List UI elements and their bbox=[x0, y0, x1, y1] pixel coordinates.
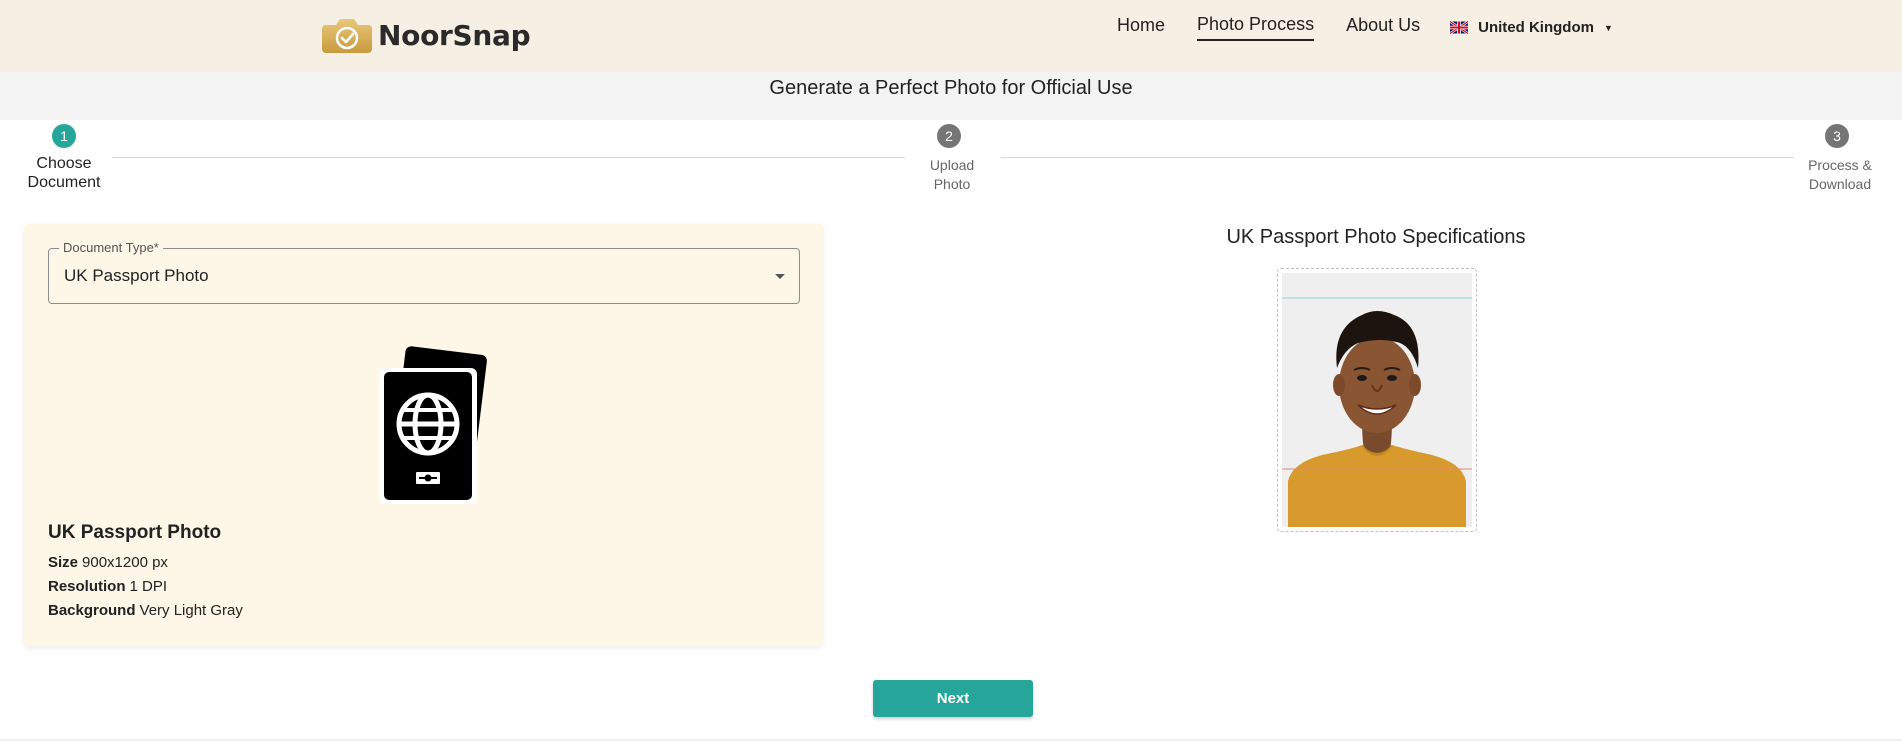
step-choose-document[interactable]: 1 Choose Document bbox=[14, 124, 114, 192]
step-process-download[interactable]: 3 Process & Download bbox=[1790, 124, 1890, 194]
stepper-connector-1 bbox=[112, 157, 905, 158]
sample-passport-photo bbox=[1282, 273, 1472, 527]
language-label: United Kingdom bbox=[1478, 19, 1594, 36]
document-type-label: Document Type* bbox=[59, 240, 163, 255]
spec-label: Background bbox=[48, 602, 136, 619]
main-nav: Home Photo Process About Us United Kingd… bbox=[1117, 14, 1613, 41]
step-label-line1: Choose bbox=[36, 155, 92, 172]
document-type-select[interactable]: Document Type* UK Passport Photo bbox=[48, 240, 800, 304]
camera-check-icon bbox=[322, 15, 372, 55]
preview-title: UK Passport Photo Specifications bbox=[1226, 226, 1526, 248]
stepper-connector-2 bbox=[1001, 157, 1794, 158]
nav-home[interactable]: Home bbox=[1117, 15, 1165, 40]
dropdown-arrow-icon bbox=[775, 274, 785, 279]
brand-name: NoorSnap bbox=[378, 18, 531, 52]
page-title: Generate a Perfect Photo for Official Us… bbox=[769, 77, 1133, 99]
language-selector[interactable]: United Kingdom ▼ bbox=[1449, 19, 1613, 36]
step-number: 2 bbox=[937, 124, 961, 148]
spec-value: Very Light Gray bbox=[139, 602, 243, 619]
spec-label: Resolution bbox=[48, 578, 126, 595]
passport-icon bbox=[359, 344, 489, 509]
step-number: 3 bbox=[1825, 124, 1849, 148]
step-label-line1: Upload bbox=[929, 157, 975, 173]
step-label-line2: Photo bbox=[933, 176, 971, 192]
caret-down-icon: ▼ bbox=[1603, 22, 1613, 33]
step-label-line1: Process & bbox=[1808, 157, 1872, 173]
uk-flag-icon bbox=[1449, 20, 1469, 35]
spec-background: Background Very Light Gray bbox=[48, 602, 243, 619]
document-card: Document Type* UK Passport Photo UK Pass… bbox=[24, 224, 823, 646]
step-label-line2: Download bbox=[1808, 176, 1872, 192]
spec-size: Size 900x1200 px bbox=[48, 554, 168, 571]
spec-resolution: Resolution 1 DPI bbox=[48, 578, 167, 595]
top-header: NoorSnap Home Photo Process About Us Uni… bbox=[0, 0, 1902, 72]
next-button[interactable]: Next bbox=[873, 680, 1033, 717]
sample-photo-frame bbox=[1277, 268, 1477, 532]
step-number: 1 bbox=[52, 124, 76, 148]
nav-photo-process[interactable]: Photo Process bbox=[1197, 14, 1315, 41]
spec-value: 1 DPI bbox=[129, 578, 168, 595]
step-label-line2: Document bbox=[27, 174, 101, 191]
nav-about-us[interactable]: About Us bbox=[1346, 15, 1420, 40]
document-title: UK Passport Photo bbox=[48, 522, 222, 543]
step-upload-photo[interactable]: 2 Upload Photo bbox=[902, 124, 1002, 194]
page-title-band: Generate a Perfect Photo for Official Us… bbox=[0, 72, 1902, 120]
spec-label: Size bbox=[48, 554, 79, 571]
document-type-value: UK Passport Photo bbox=[64, 266, 209, 285]
brand-logo[interactable]: NoorSnap bbox=[322, 15, 531, 55]
spec-value: 900x1200 px bbox=[82, 554, 168, 571]
